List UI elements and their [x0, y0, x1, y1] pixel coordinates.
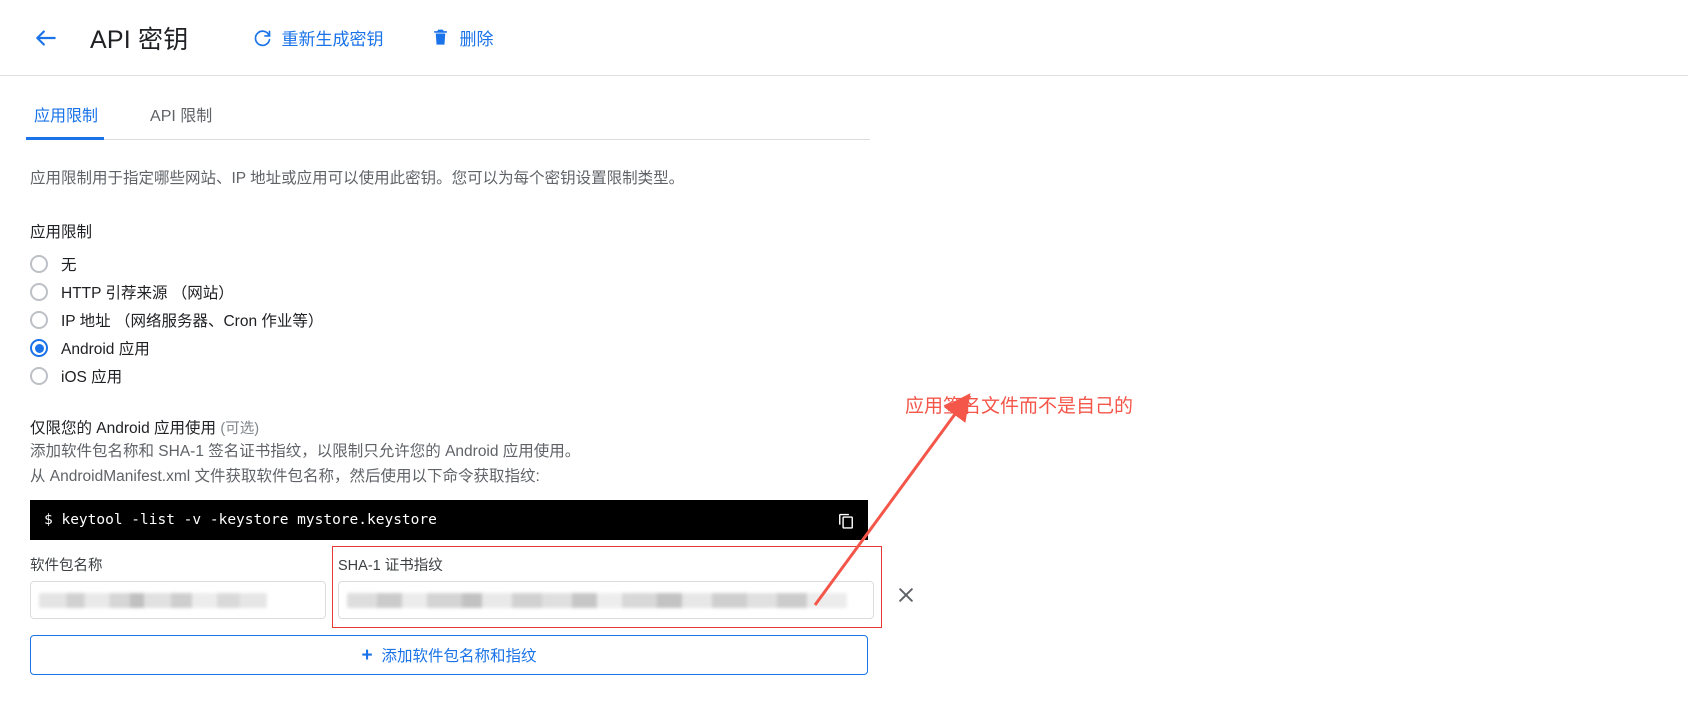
- add-package-fingerprint-button[interactable]: + 添加软件包名称和指纹: [30, 635, 868, 675]
- package-name-label: 软件包名称: [30, 558, 103, 574]
- trash-icon: [431, 28, 450, 47]
- radio-option-http-referrers[interactable]: HTTP 引荐来源 （网站）: [30, 278, 890, 306]
- tab-api-restrictions[interactable]: API 限制: [146, 102, 216, 139]
- delete-key-button[interactable]: 删除: [431, 25, 493, 50]
- radio-option-ip-addresses[interactable]: IP 地址 （网络服务器、Cron 作业等）: [30, 306, 890, 334]
- close-icon: [896, 585, 916, 609]
- sha1-fingerprint-label: SHA-1 证书指纹: [338, 558, 443, 574]
- sha1-fingerprint-field-group: SHA-1 证书指纹: [332, 546, 882, 628]
- radio-button[interactable]: [30, 339, 48, 357]
- radio-button[interactable]: [30, 311, 48, 329]
- radio-label: iOS 应用: [61, 369, 123, 386]
- radio-label: Android 应用: [61, 341, 150, 358]
- android-restriction-block: 仅限您的 Android 应用使用 (可选) 添加软件包名称和 SHA-1 签名…: [30, 416, 913, 675]
- package-name-redacted-value: [39, 592, 267, 608]
- radio-label: HTTP 引荐来源 （网站）: [61, 285, 234, 302]
- radio-option-android-apps[interactable]: Android 应用: [30, 334, 890, 362]
- regenerate-key-button[interactable]: 重新生成密钥: [252, 25, 383, 50]
- sha1-fingerprint-input[interactable]: [338, 581, 874, 619]
- keytool-command-text: $ keytool -list -v -keystore mystore.key…: [44, 512, 437, 528]
- remove-entry-button[interactable]: [896, 584, 916, 610]
- radio-label: 无: [61, 257, 77, 274]
- top-bar: API 密钥 重新生成密钥 删除: [0, 0, 1688, 76]
- package-name-field-group: 软件包名称: [30, 554, 326, 619]
- package-fingerprint-row: 软件包名称 SHA-1 证书指纹: [30, 546, 913, 628]
- add-package-fingerprint-label: 添加软件包名称和指纹: [381, 648, 537, 665]
- android-help-line-1: 添加软件包名称和 SHA-1 签名证书指纹，以限制只允许您的 Android 应…: [30, 443, 581, 460]
- radio-button[interactable]: [30, 255, 48, 273]
- restrictions-description: 应用限制用于指定哪些网站、IP 地址或应用可以使用此密钥。您可以为每个密钥设置限…: [30, 170, 685, 187]
- refresh-icon: [252, 28, 272, 48]
- topbar-actions: 重新生成密钥 删除: [252, 25, 493, 50]
- keytool-command-block: $ keytool -list -v -keystore mystore.key…: [30, 500, 868, 540]
- android-help-line-2: 从 AndroidManifest.xml 文件获取软件包名称，然后使用以下命令…: [30, 468, 540, 485]
- main-content: 应用限制用于指定哪些网站、IP 地址或应用可以使用此密钥。您可以为每个密钥设置限…: [0, 140, 913, 675]
- arrow-left-icon: [33, 25, 59, 51]
- annotation-text: 应用签名文件而不是自己的: [905, 395, 1134, 417]
- radio-button[interactable]: [30, 283, 48, 301]
- radio-button[interactable]: [30, 367, 48, 385]
- package-name-input[interactable]: [30, 581, 326, 619]
- sha1-fingerprint-redacted-value: [347, 592, 847, 608]
- android-section-title-text: 仅限您的 Android 应用使用: [30, 420, 217, 437]
- radio-option-none[interactable]: 无: [30, 250, 890, 278]
- android-section-title: 仅限您的 Android 应用使用 (可选): [30, 416, 890, 438]
- tab-application-restrictions[interactable]: 应用限制: [25, 102, 105, 140]
- plus-icon: +: [361, 644, 373, 666]
- radio-label: IP 地址 （网络服务器、Cron 作业等）: [61, 313, 324, 330]
- application-restrictions-label: 应用限制: [30, 224, 93, 241]
- radio-option-ios-apps[interactable]: iOS 应用: [30, 362, 890, 390]
- application-restrictions-radio-group: 无 HTTP 引荐来源 （网站） IP 地址 （网络服务器、Cron 作业等） …: [30, 250, 890, 390]
- tabs-container: 应用限制 API 限制: [0, 102, 1688, 140]
- tabs: 应用限制 API 限制: [25, 102, 870, 140]
- page-title: API 密钥: [90, 25, 189, 54]
- back-button[interactable]: [24, 16, 68, 60]
- regenerate-key-label: 重新生成密钥: [281, 30, 384, 49]
- copy-icon[interactable]: [836, 510, 856, 530]
- delete-key-label: 删除: [459, 30, 494, 49]
- android-section-optional-tag: (可选): [220, 421, 260, 437]
